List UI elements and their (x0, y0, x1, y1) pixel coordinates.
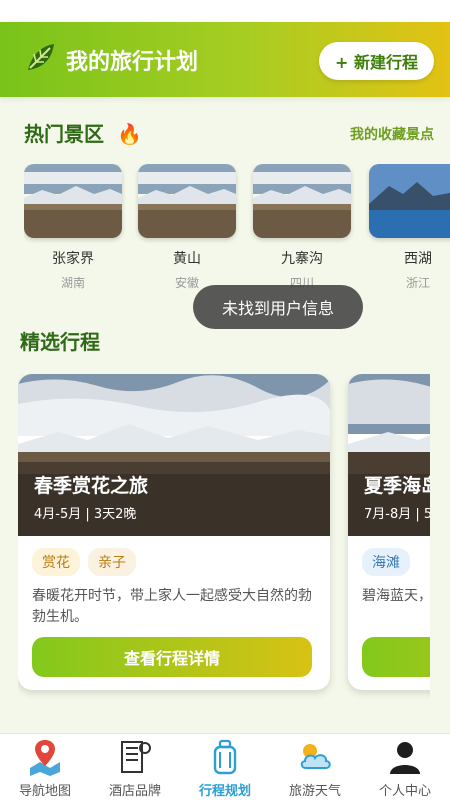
app-header: 我的旅行计划 + 新建行程 (0, 22, 450, 97)
spot-name: 张家界 (52, 251, 94, 267)
favorite-spots-link[interactable]: 我的收藏景点 (350, 124, 434, 144)
hotel-icon (121, 741, 151, 773)
bottom-tab-bar: 导航地图 酒店品牌 行程规划 旅游天气 个人中心 (0, 733, 450, 800)
hot-spots-title-text: 热门景区 (24, 122, 104, 146)
spot-name: 黄山 (173, 251, 201, 267)
trip-meta: 7月-8月 | 5 (364, 507, 430, 522)
spot-card[interactable]: 九寨沟 四川 (253, 164, 351, 291)
trip-name: 春季赏花之旅 (34, 475, 149, 497)
tab-label: 导航地图 (18, 784, 71, 799)
toast-message: 未找到用户信息 (193, 285, 363, 329)
tab-personal-center[interactable]: 个人中心 (360, 734, 450, 800)
weather-icon (300, 744, 331, 769)
spot-card[interactable]: 黄山 安徽 (138, 164, 236, 291)
user-icon (390, 742, 420, 774)
hot-spots-title: 热门景区 🔥 (24, 118, 142, 147)
tab-hotel-brand[interactable]: 酒店品牌 (90, 734, 180, 800)
trip-image: 春季赏花之旅 4月-5月 | 3天2晚 (18, 374, 330, 536)
page-title: 我的旅行计划 (66, 50, 199, 75)
trip-tags: 赏花 亲子 (32, 548, 136, 576)
spot-card[interactable]: 张家界 湖南 (24, 164, 122, 291)
tab-navigation-map[interactable]: 导航地图 (0, 734, 90, 800)
fire-icon: 🔥 (116, 122, 142, 146)
spot-name: 九寨沟 (281, 251, 323, 267)
trip-card: 夏季海岛 7月-8月 | 5 海滩 碧海蓝天，意时光。 (348, 374, 430, 690)
trip-tag: 赏花 (32, 548, 80, 576)
view-trip-detail-button[interactable] (362, 637, 430, 677)
trip-description: 春暖花开时节，带上家人一起感受大自然的勃勃生机。 (32, 588, 312, 625)
hot-spots-list: 张家界 湖南 黄山 安徽 九寨沟 四川 西湖 浙江 (24, 164, 450, 294)
trip-tag: 海滩 (362, 548, 410, 576)
trip-tags: 海滩 (362, 548, 410, 576)
featured-trips-list: 春季赏花之旅 4月-5月 | 3天2晚 赏花 亲子 春暖花开时节，带上家人一起感… (18, 374, 430, 704)
trip-name: 夏季海岛 (364, 475, 430, 497)
trip-card: 春季赏花之旅 4月-5月 | 3天2晚 赏花 亲子 春暖花开时节，带上家人一起感… (18, 374, 330, 690)
spot-province: 浙江 (405, 276, 430, 290)
tab-label: 旅游天气 (288, 784, 341, 799)
tab-label: 酒店品牌 (108, 784, 161, 799)
trip-image: 夏季海岛 7月-8月 | 5 (348, 374, 430, 536)
spot-name: 西湖 (404, 251, 432, 267)
spot-image (369, 164, 450, 238)
tab-travel-weather[interactable]: 旅游天气 (270, 734, 360, 800)
trip-meta: 4月-5月 | 3天2晚 (34, 507, 137, 522)
view-trip-detail-button[interactable]: 查看行程详情 (32, 637, 312, 677)
spot-card[interactable]: 西湖 浙江 (369, 164, 450, 291)
featured-title: 精选行程 (20, 330, 100, 354)
new-trip-button[interactable]: + 新建行程 (319, 42, 434, 80)
luggage-icon (213, 739, 237, 775)
spot-image (253, 164, 351, 238)
spot-image (24, 164, 122, 238)
tab-label: 行程规划 (198, 784, 251, 799)
spot-image (138, 164, 236, 238)
trip-description: 碧海蓝天，意时光。 (362, 588, 430, 604)
spot-province: 湖南 (60, 276, 85, 290)
status-bar (0, 0, 450, 22)
trip-tag: 亲子 (88, 548, 136, 576)
leaf-icon (28, 44, 54, 70)
map-pin-icon (30, 740, 60, 776)
tab-label: 个人中心 (378, 784, 431, 799)
tab-trip-planning[interactable]: 行程规划 (180, 734, 270, 800)
